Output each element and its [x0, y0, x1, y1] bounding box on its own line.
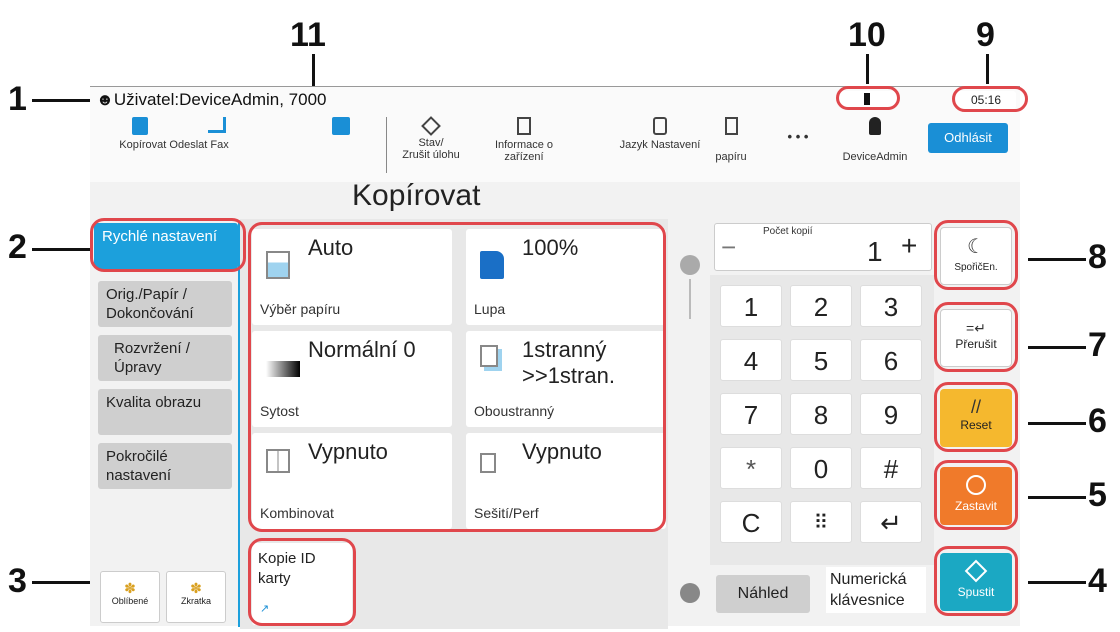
key-6[interactable]: 6	[860, 339, 922, 381]
callout-4-line	[1028, 581, 1086, 584]
key-3[interactable]: 3	[860, 285, 922, 327]
more-button[interactable]: • • •	[780, 130, 816, 143]
callout-3: 3	[8, 562, 27, 600]
highlight-start	[934, 546, 1018, 616]
numeric-keyboard-label[interactable]: Numerická klávesnice	[826, 567, 926, 613]
info-label-2: zařízení	[504, 151, 544, 163]
key-clear[interactable]: C	[720, 501, 782, 543]
scroll-down-icon[interactable]	[680, 583, 700, 603]
favorites-button[interactable]: ✽ Oblíbené	[100, 571, 160, 623]
callout-10-line	[866, 54, 869, 84]
callout-7: 7	[1088, 326, 1107, 364]
callout-6-line	[1028, 422, 1086, 425]
key-asterisk[interactable]: *	[720, 447, 782, 489]
scroll-track	[689, 279, 691, 319]
highlight-energy-saver	[934, 220, 1018, 290]
user-text: Uživatel:DeviceAdmin, 7000	[113, 90, 327, 109]
toolbar-device-info[interactable]: Informace o zařízení	[482, 117, 566, 163]
copies-value: 1	[867, 236, 883, 267]
preview-button[interactable]: Náhled	[716, 575, 810, 613]
account-label: DeviceAdmin	[842, 151, 908, 163]
highlight-tiles	[248, 222, 666, 532]
callout-9: 9	[976, 16, 995, 54]
callout-1-line	[32, 99, 92, 102]
toolbar-status-cancel[interactable]: Stav/ Zrušit úlohu	[396, 116, 466, 161]
toolbar-account[interactable]: DeviceAdmin	[830, 117, 920, 163]
scroll-up-icon[interactable]	[680, 255, 700, 275]
callout-5: 5	[1088, 476, 1107, 514]
status-label-1: Stav/	[418, 137, 444, 149]
toolbar-copy-fax-label: Kopírovat Odeslat Fax	[119, 139, 229, 151]
highlight-clock	[952, 86, 1028, 112]
toolbar-divider	[386, 117, 387, 173]
key-4[interactable]: 4	[720, 339, 782, 381]
sidebar-item-advanced[interactable]: Pokročilé nastavení	[98, 443, 232, 489]
shortcut-button[interactable]: ✽ Zkratka	[166, 571, 226, 623]
key-9[interactable]: 9	[860, 393, 922, 435]
paper-settings-icon	[724, 117, 738, 135]
callout-4: 4	[1088, 562, 1107, 600]
key-0[interactable]: 0	[790, 447, 852, 489]
highlight-stop	[934, 460, 1018, 530]
key-8[interactable]: 8	[790, 393, 852, 435]
highlight-quick-setup	[90, 218, 246, 272]
highlight-reset	[934, 382, 1018, 452]
key-7[interactable]: 7	[720, 393, 782, 435]
highlight-status	[836, 86, 900, 110]
callout-8: 8	[1088, 238, 1107, 276]
account-icon	[869, 117, 881, 135]
sidebar-item-image-quality[interactable]: Kvalita obrazu	[98, 389, 232, 435]
key-enter[interactable]: ↵	[860, 501, 922, 543]
logout-button[interactable]: Odhlásit	[928, 123, 1008, 153]
toolbar-copy-send-fax[interactable]: Kopírovat Odeslat Fax	[104, 117, 244, 151]
shortcut-label: Zkratka	[180, 596, 211, 606]
toolbar-paper-settings[interactable]: papíru	[706, 117, 756, 163]
user-icon: ☻	[96, 90, 114, 109]
key-grid[interactable]: ⠿	[790, 501, 852, 543]
callout-8-line	[1028, 258, 1086, 261]
highlight-interrupt	[934, 302, 1018, 372]
copies-minus-button[interactable]: −	[721, 232, 736, 263]
copy-icon	[132, 117, 148, 135]
key-2[interactable]: 2	[790, 285, 852, 327]
callout-11: 11	[290, 16, 326, 54]
copies-label: Počet kopií	[763, 226, 813, 237]
callout-1: 1	[8, 80, 27, 118]
callout-2: 2	[8, 228, 27, 266]
sidebar-item-orig-paper[interactable]: Orig./Papír / Dokončování	[98, 281, 232, 327]
highlight-id-card	[248, 538, 356, 626]
device-info-icon	[517, 117, 531, 135]
status-diamond-icon	[421, 116, 441, 136]
status-label-2: Zrušit úlohu	[402, 149, 460, 161]
fax-icon	[332, 117, 350, 135]
callout-6: 6	[1088, 402, 1107, 440]
info-label-1: Informace o	[494, 139, 554, 151]
key-hash[interactable]: #	[860, 447, 922, 489]
send-icon	[208, 117, 226, 133]
sidebar-item-layout[interactable]: Rozvržení /Úpravy	[98, 335, 232, 381]
language-icon	[653, 117, 667, 135]
callout-10: 10	[848, 16, 886, 54]
toolbar-language-settings[interactable]: Jazyk Nastavení	[610, 117, 710, 151]
callout-9-line	[986, 54, 989, 84]
callout-2-line	[32, 248, 94, 251]
page-title: Kopírovat	[352, 179, 481, 212]
fax-button[interactable]	[326, 117, 356, 139]
key-5[interactable]: 5	[790, 339, 852, 381]
language-label: Jazyk Nastavení	[619, 139, 701, 151]
favorites-icon: ✽	[124, 580, 136, 596]
copies-plus-button[interactable]: +	[901, 230, 917, 262]
key-1[interactable]: 1	[720, 285, 782, 327]
callout-5-line	[1028, 496, 1086, 499]
user-info: ☻Uživatel:DeviceAdmin, 7000	[96, 90, 327, 110]
copies-field[interactable]: − Počet kopií 1 +	[714, 223, 932, 271]
callout-7-line	[1028, 346, 1086, 349]
shortcut-icon: ✽	[190, 580, 202, 596]
favorites-label: Oblíbené	[111, 596, 149, 606]
paper-label: papíru	[715, 151, 747, 163]
